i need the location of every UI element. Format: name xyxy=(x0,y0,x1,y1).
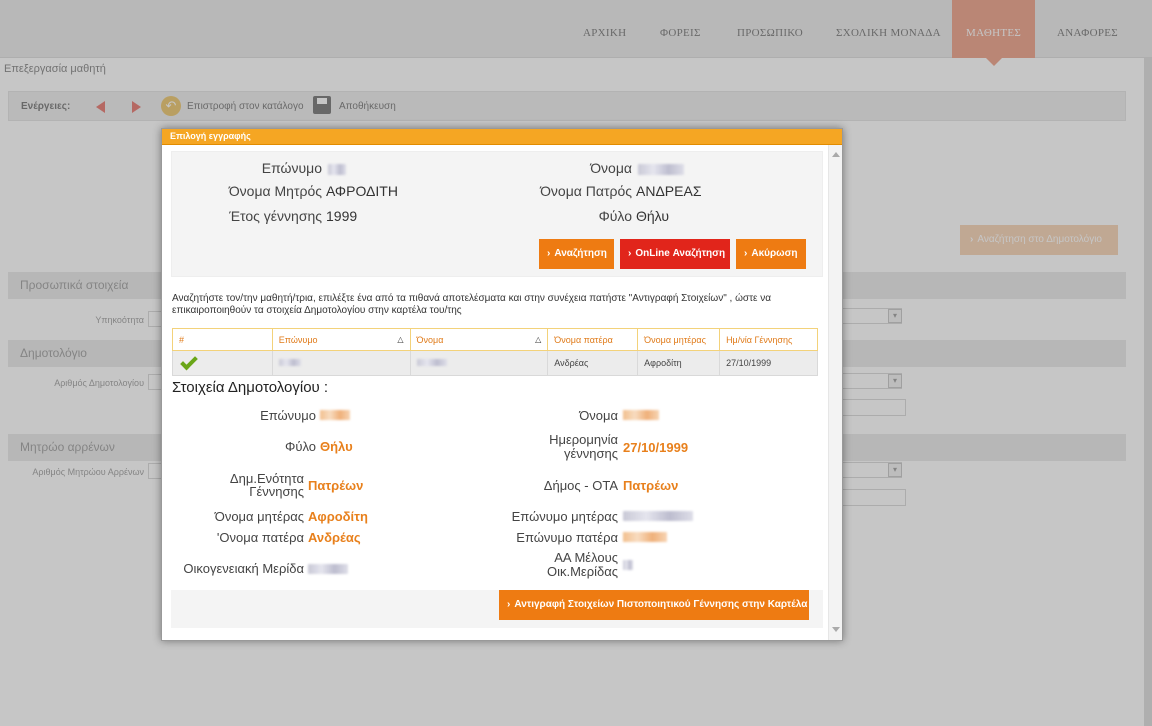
mother-name-label: Όνομα Μητρός xyxy=(228,183,322,199)
column-header-surname-label: Επώνυμο xyxy=(278,334,318,345)
registry-family-share-label: Οικογενειακή Μερίδα xyxy=(183,561,304,576)
gender-value: Θήλυ xyxy=(636,208,669,224)
registry-name-label: Όνομα xyxy=(579,408,618,423)
registry-gender-label: Φύλο xyxy=(284,439,316,454)
registry-birth-date-value: 27/10/1999 xyxy=(623,440,689,455)
registry-surname-label: Επώνυμο xyxy=(260,408,316,423)
registry-unit-value: Πατρέων xyxy=(308,478,364,493)
dialog-scrollbar[interactable] xyxy=(828,145,842,640)
registry-father-name-label: 'Ονομα πατέρα xyxy=(216,530,304,545)
search-criteria-panel: Επώνυμο Όνομα Όνομα Μητρός ΑΦΡΟΔΙΤΗ Όνομ… xyxy=(171,151,823,277)
registry-municipality-label: Δήμος - ΟΤΑ xyxy=(543,478,618,493)
name-label: Όνομα xyxy=(590,160,632,176)
registry-father-name-value: Ανδρέας xyxy=(308,530,361,545)
father-name-label: Όνομα Πατρός xyxy=(540,183,632,199)
chevron-right-icon: › xyxy=(628,248,632,259)
registry-surname-value xyxy=(320,408,350,423)
copy-button-label: Αντιγραφή Στοιχείων Πιστοποιητικού Γέννη… xyxy=(514,599,808,610)
column-header-name[interactable]: Όνομα △ xyxy=(409,328,549,351)
scroll-down-icon[interactable] xyxy=(832,627,840,632)
name-cell xyxy=(409,350,549,376)
results-table: # Επώνυμο △ Όνομα △ Όνομα πατέρα Όνομα μητ… xyxy=(172,328,818,376)
registry-birth-date-label-line1: Ημερομηνία xyxy=(549,432,618,447)
column-header-father: Όνομα πατέρα xyxy=(547,328,639,351)
instructions-text: Αναζητήστε τον/την μαθητή/τρια, επιλέξτε… xyxy=(172,293,772,316)
gender-label: Φύλο xyxy=(598,208,632,224)
chevron-right-icon: › xyxy=(507,599,511,610)
registry-mother-surname-label: Επώνυμο μητέρας xyxy=(511,509,618,524)
search-button-label: Αναζήτηση xyxy=(554,248,607,259)
registry-birth-date-label-line2: γέννησης xyxy=(563,446,618,461)
registry-family-share-value xyxy=(308,562,348,577)
father-cell: Ανδρέας xyxy=(547,350,639,376)
column-header-surname[interactable]: Επώνυμο △ xyxy=(271,328,411,351)
column-header-index: # xyxy=(172,328,273,351)
dialog-header: Επιλογή εγγραφής xyxy=(162,129,842,145)
father-name-value: ΑΝΔΡΕΑΣ xyxy=(636,183,702,199)
registry-member-label-line1: ΑΑ Μέλους xyxy=(554,550,618,565)
search-button[interactable]: › Αναζήτηση xyxy=(539,239,614,269)
registry-mother-name-value: Αφροδίτη xyxy=(308,509,368,524)
registry-member-label-line2: Οικ.Μερίδας xyxy=(546,564,618,579)
registry-father-surname-label: Επώνυμο πατέρα xyxy=(516,530,618,545)
mother-cell: Αφροδίτη xyxy=(637,350,721,376)
registry-member-value xyxy=(623,558,633,573)
surname-label: Επώνυμο xyxy=(261,160,322,176)
sort-icon[interactable]: △ xyxy=(397,335,403,344)
surname-cell xyxy=(271,350,411,376)
results-header-row: # Επώνυμο △ Όνομα △ Όνομα πατέρα Όνομα μητ… xyxy=(172,328,818,351)
select-cell[interactable] xyxy=(172,350,273,376)
registry-mother-surname-value xyxy=(623,509,693,524)
online-search-button[interactable]: › OnLine Αναζήτηση xyxy=(620,239,730,269)
column-header-mother: Όνομα μητέρας xyxy=(637,328,721,351)
online-search-button-label: OnLine Αναζήτηση xyxy=(635,248,726,259)
mother-name-value: ΑΦΡΟΔΙΤΗ xyxy=(326,183,398,199)
copy-certificate-data-button[interactable]: › Αντιγραφή Στοιχείων Πιστοποιητικού Γένν… xyxy=(499,590,809,620)
registry-unit-label-line2: Γέννησης xyxy=(249,484,304,499)
birth-year-value: 1999 xyxy=(326,208,358,224)
dialog-body: Επώνυμο Όνομα Όνομα Μητρός ΑΦΡΟΔΙΤΗ Όνομ… xyxy=(162,145,842,640)
registry-father-surname-value xyxy=(623,530,667,545)
cancel-button-label: Ακύρωση xyxy=(751,248,798,259)
registry-section-title: Στοιχεία Δημοτολογίου : xyxy=(172,379,329,396)
scroll-up-icon[interactable] xyxy=(832,152,840,157)
surname-value xyxy=(328,162,346,178)
birth-year-label: Έτος γέννησης xyxy=(229,208,322,224)
table-row[interactable]: Ανδρέας Αφροδίτη 27/10/1999 xyxy=(172,350,818,376)
registry-mother-name-label: Όνομα μητέρας xyxy=(214,509,304,524)
chevron-right-icon: › xyxy=(744,248,748,259)
dialog-title: Επιλογή εγγραφής xyxy=(170,131,251,141)
registry-name-value xyxy=(623,408,659,423)
select-record-dialog: Επιλογή εγγραφής Επώνυμο Όνομα Όνομα Μητ… xyxy=(161,128,843,641)
column-header-name-label: Όνομα xyxy=(416,334,444,345)
checkmark-icon[interactable] xyxy=(180,352,198,371)
sort-icon[interactable]: △ xyxy=(535,335,541,344)
name-value xyxy=(638,162,684,178)
column-header-birth-date: Ημ/νία Γέννησης xyxy=(719,328,818,351)
cancel-button[interactable]: › Ακύρωση xyxy=(736,239,806,269)
chevron-right-icon: › xyxy=(547,248,551,259)
registry-municipality-value: Πατρέων xyxy=(623,478,679,493)
birth-date-cell: 27/10/1999 xyxy=(719,350,818,376)
registry-gender-value: Θήλυ xyxy=(320,439,353,454)
